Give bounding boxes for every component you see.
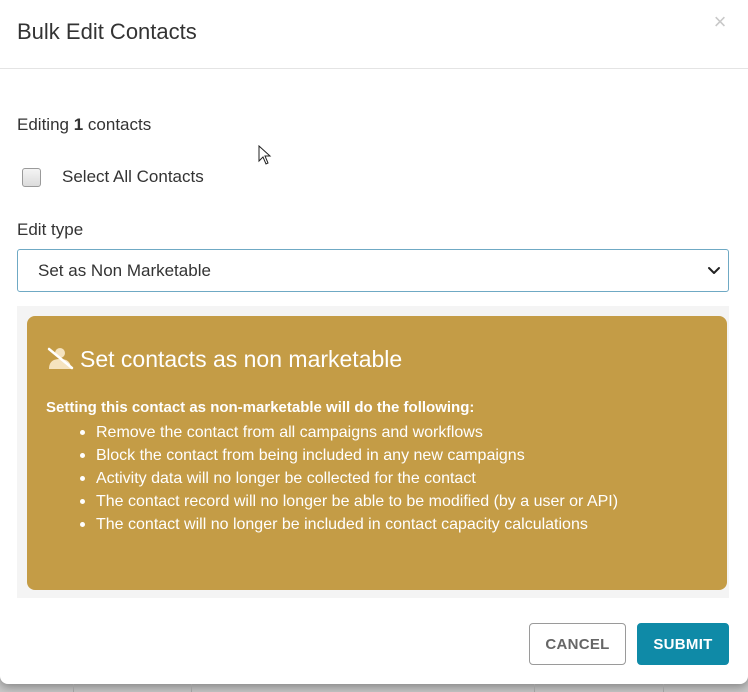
non-marketable-user-icon — [47, 347, 74, 370]
list-item: The contact will no longer be included i… — [80, 513, 696, 536]
editing-count-text: Editing 1 contacts — [17, 115, 151, 135]
list-item: Activity data will no longer be collecte… — [80, 467, 696, 490]
background-table-divider — [663, 684, 664, 692]
list-item: Remove the contact from all campaigns an… — [80, 421, 696, 444]
mouse-pointer-icon — [258, 145, 272, 165]
close-icon: × — [713, 9, 727, 34]
list-item: Block the contact from being included in… — [80, 444, 696, 467]
select-all-row[interactable]: Select All Contacts — [22, 166, 204, 188]
modal-title: Bulk Edit Contacts — [17, 19, 197, 44]
close-button[interactable]: × — [710, 10, 730, 34]
select-all-label: Select All Contacts — [62, 167, 204, 186]
submit-button[interactable]: SUBMIT — [637, 623, 729, 665]
edit-type-selected-value: Set as Non Marketable — [38, 260, 211, 280]
notice-title: Set contacts as non marketable — [80, 346, 403, 372]
editing-count: 1 — [73, 115, 84, 134]
background-table-divider — [191, 684, 192, 692]
notice-list: Remove the contact from all campaigns an… — [80, 421, 696, 536]
chevron-down-icon — [708, 267, 720, 274]
modal-header: Bulk Edit Contacts × — [0, 0, 748, 69]
editing-suffix: contacts — [87, 115, 152, 134]
non-marketable-notice: Set contacts as non marketable Setting t… — [27, 316, 727, 590]
edit-type-select[interactable]: Set as Non Marketable — [17, 249, 729, 292]
cancel-button[interactable]: CANCEL — [529, 623, 626, 665]
edit-type-label: Edit type — [17, 220, 84, 239]
editing-prefix: Editing — [17, 115, 69, 134]
notice-intro: Setting this contact as non-marketable w… — [46, 399, 475, 416]
background-table-divider — [73, 684, 74, 692]
background-table-divider — [534, 684, 535, 692]
list-item: The contact record will no longer be abl… — [80, 490, 696, 513]
bulk-edit-modal: Bulk Edit Contacts × Editing 1 contacts … — [0, 0, 748, 684]
select-all-checkbox[interactable] — [22, 167, 41, 187]
